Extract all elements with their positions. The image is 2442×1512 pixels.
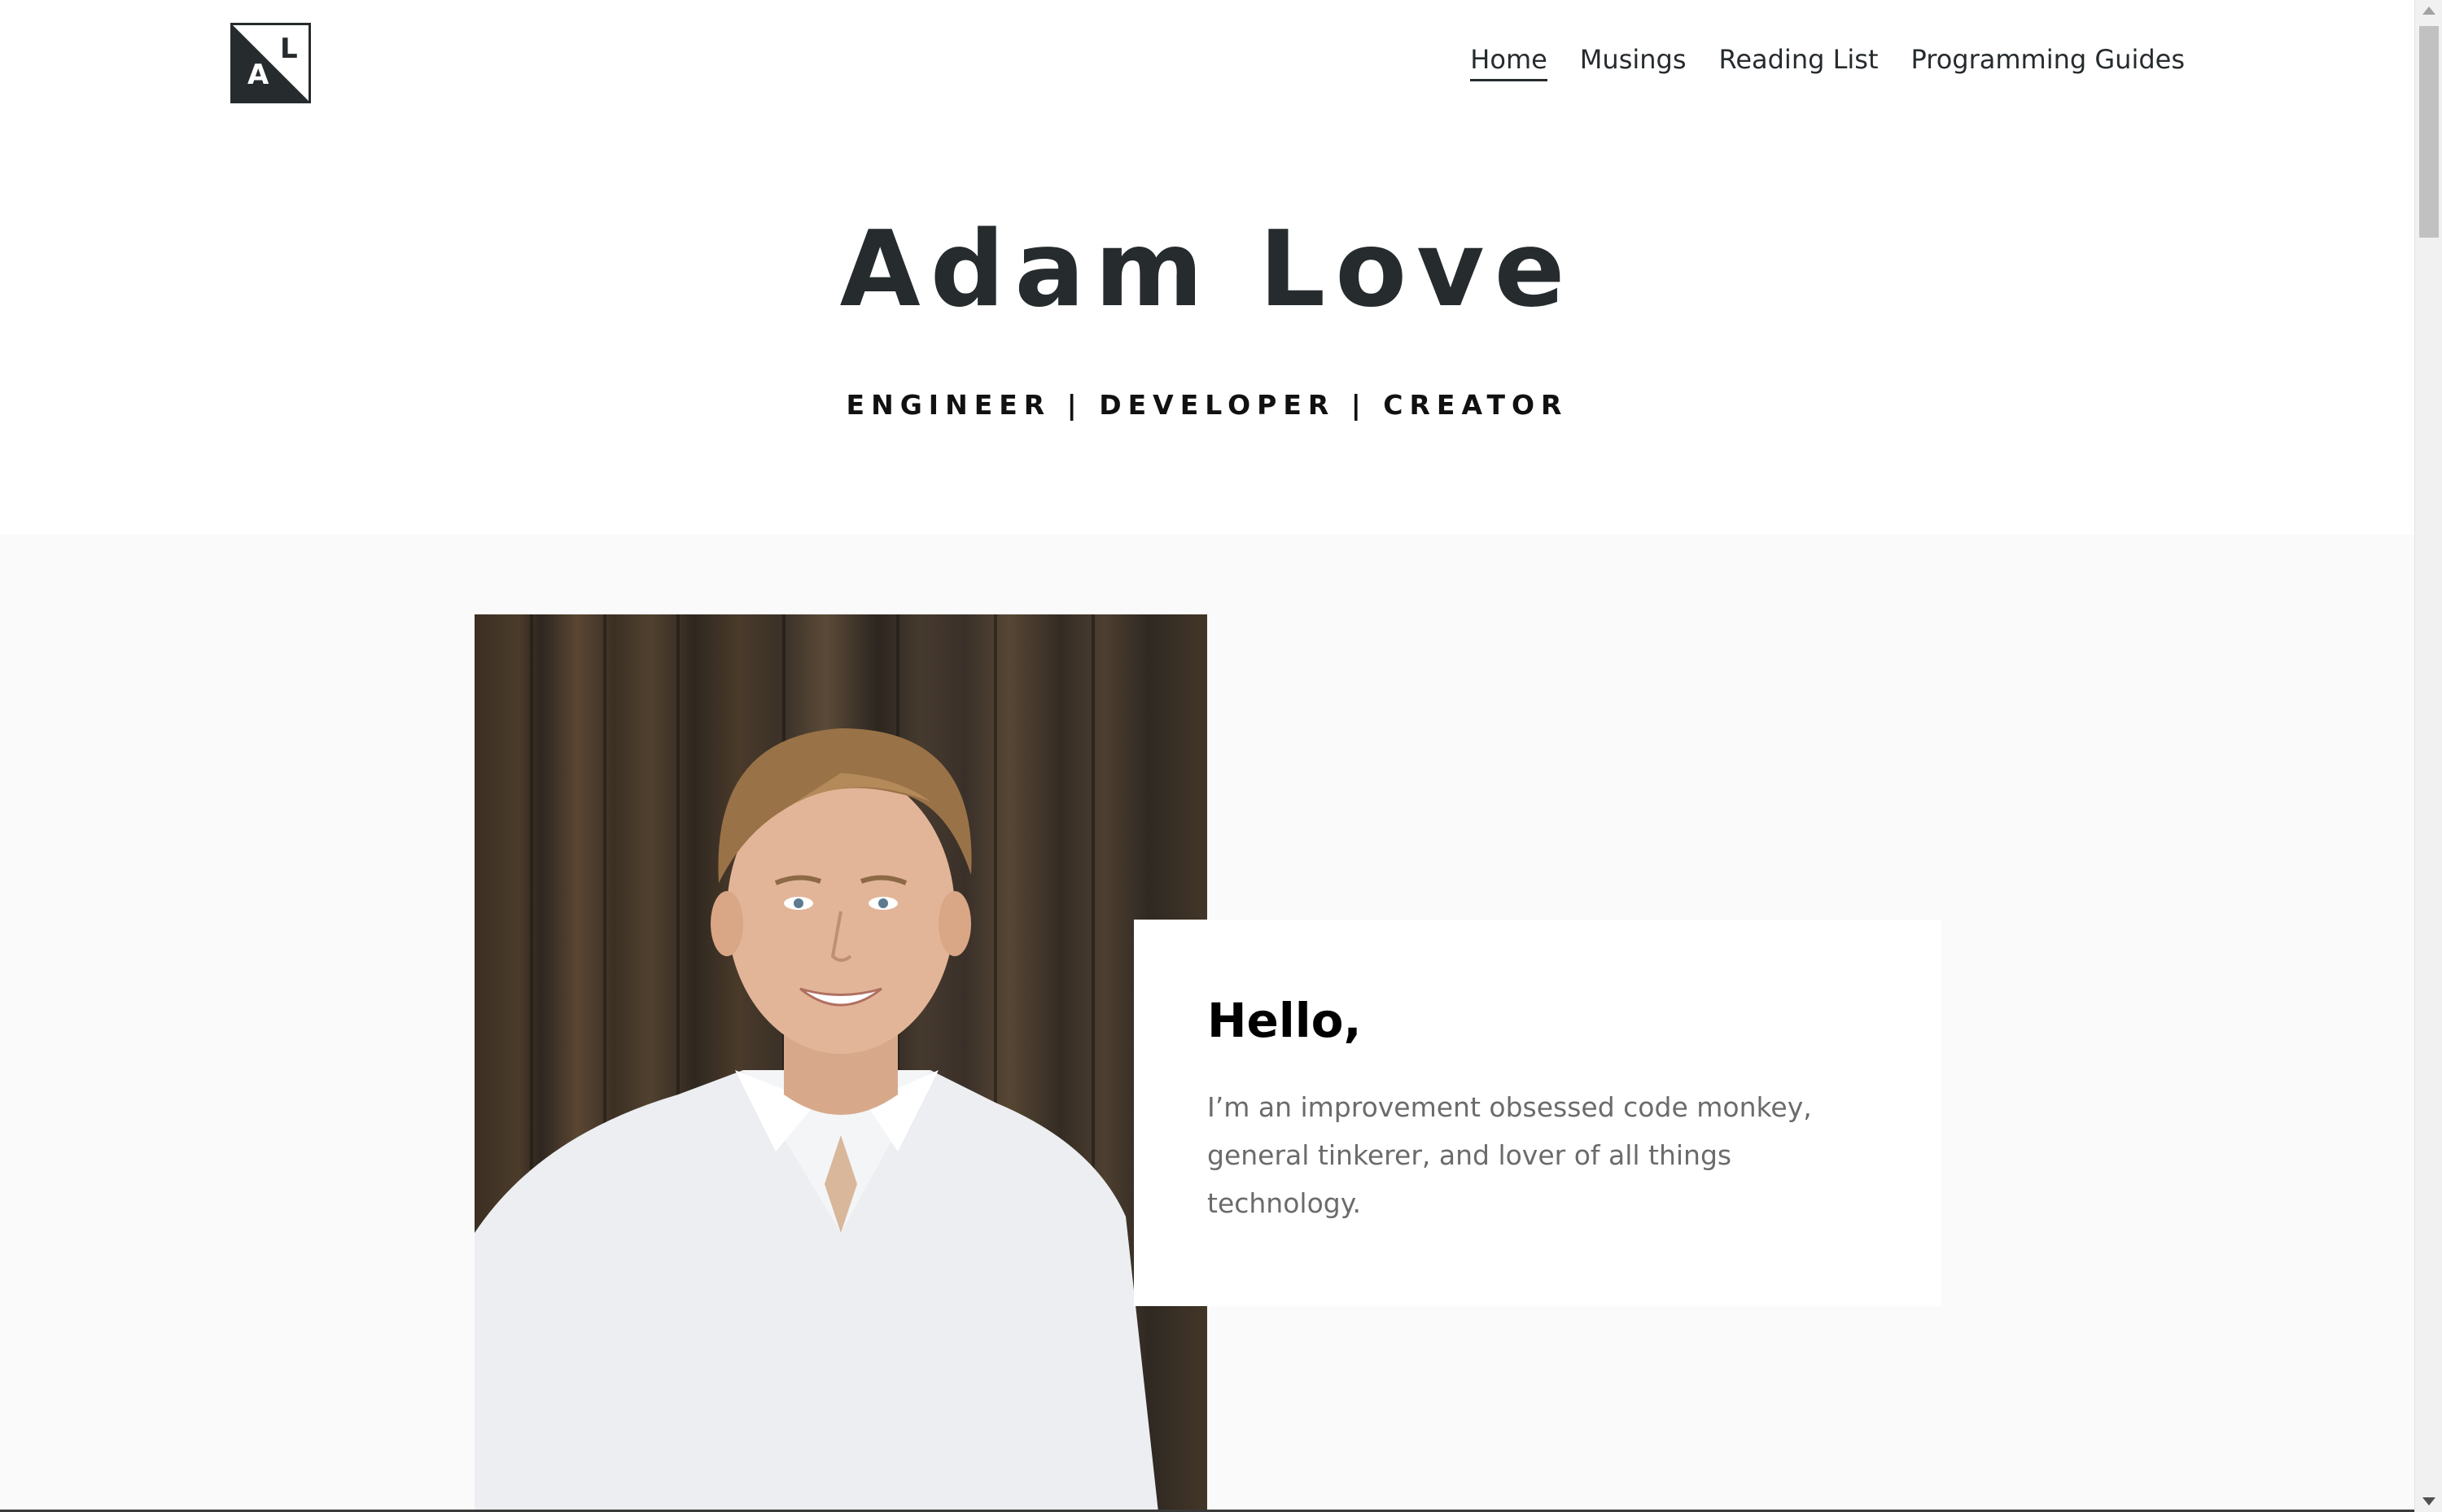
site-logo[interactable]: A L bbox=[230, 23, 311, 103]
page-title: Adam Love bbox=[839, 209, 1575, 330]
nav-item-musings[interactable]: Musings bbox=[1580, 45, 1687, 79]
portrait-photo bbox=[475, 614, 1207, 1512]
nav-item-home[interactable]: Home bbox=[1470, 45, 1547, 82]
logo-letter-l: L bbox=[280, 33, 298, 65]
triangle-down-icon[interactable] bbox=[2422, 1497, 2435, 1505]
site-header: A L Home Musings Reading List Programmin… bbox=[0, 0, 2414, 130]
triangle-up-icon[interactable] bbox=[2422, 7, 2435, 15]
intro-card: Hello, I’m an improvement obsessed code … bbox=[1134, 920, 1941, 1306]
intro-heading: Hello, bbox=[1207, 993, 1362, 1048]
nav-item-reading-list[interactable]: Reading List bbox=[1719, 45, 1879, 79]
main-nav: Home Musings Reading List Programming Gu… bbox=[1470, 45, 2185, 82]
vertical-scrollbar[interactable] bbox=[2414, 0, 2442, 1512]
page-subtitle: ENGINEER | DEVELOPER | CREATOR bbox=[846, 389, 1569, 421]
portrait-illustration bbox=[475, 614, 1158, 1512]
nav-item-programming-guides[interactable]: Programming Guides bbox=[1911, 45, 2185, 79]
logo-letter-a: A bbox=[247, 59, 269, 91]
intro-text: I’m an improvement obsessed code monkey,… bbox=[1207, 1091, 1812, 1219]
scrollbar-thumb[interactable] bbox=[2419, 26, 2439, 238]
